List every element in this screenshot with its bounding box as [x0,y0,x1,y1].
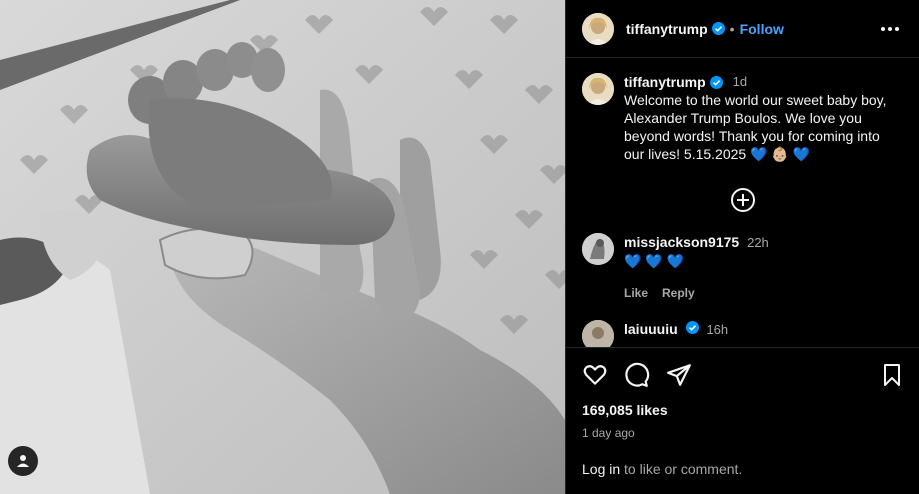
load-more-comments-button[interactable] [566,187,919,213]
likes-count[interactable]: 169,085 likes [582,402,904,418]
post-side-panel: tiffanytrump • Follow tiffanytrump 1d We… [565,0,919,494]
caption-timestamp[interactable]: 1d [733,73,747,91]
bookmark-icon[interactable] [880,362,904,388]
post-caption: tiffanytrump 1d Welcome to the world our… [566,59,919,163]
photo-image [0,0,565,494]
post-actions-bar: 169,085 likes 1 day ago [566,347,919,440]
user-tag-icon [17,455,29,467]
post-date[interactable]: 1 day ago [582,426,904,440]
caption-text: Welcome to the world our sweet baby boy,… [624,92,887,162]
post-photo [0,0,565,494]
comment-reply-button[interactable]: Reply [662,284,695,302]
post-header: tiffanytrump • Follow [566,0,919,58]
comment-icon[interactable] [624,362,650,388]
comment-text: 💙 💙 💙 [624,253,685,269]
separator-dot: • [729,20,735,37]
verified-badge-icon [685,321,699,334]
login-link[interactable]: Log in [582,461,620,477]
comment-item: laiuuuiu 16h [566,320,919,347]
comment-timestamp[interactable]: 16h [706,322,728,337]
header-username[interactable]: tiffanytrump [626,21,708,37]
more-options-icon[interactable] [877,23,903,35]
verified-badge-icon [709,75,723,89]
heart-icon[interactable] [582,362,608,388]
share-icon[interactable] [666,362,692,388]
avatar[interactable] [582,73,614,105]
comment-timestamp[interactable]: 22h [747,235,769,250]
user-tag-button[interactable] [8,446,38,476]
verified-badge-icon [711,22,725,35]
avatar[interactable] [582,320,614,347]
comment-username[interactable]: laiuuuiu [624,321,678,337]
comment-like-button[interactable]: Like [624,284,648,302]
comments-scroll-area[interactable]: tiffanytrump 1d Welcome to the world our… [566,59,919,347]
login-prompt-text: to like or comment. [620,461,743,477]
plus-circle-icon [731,188,755,212]
avatar[interactable] [582,233,614,265]
login-prompt: Log in to like or comment. [582,461,742,477]
avatar[interactable] [582,12,614,45]
comment-username[interactable]: missjackson9175 [624,234,739,250]
comment-item: missjackson9175 22h 💙 💙 💙 Like Reply [566,233,919,302]
caption-username[interactable]: tiffanytrump [624,73,706,91]
follow-button[interactable]: Follow [740,21,784,37]
